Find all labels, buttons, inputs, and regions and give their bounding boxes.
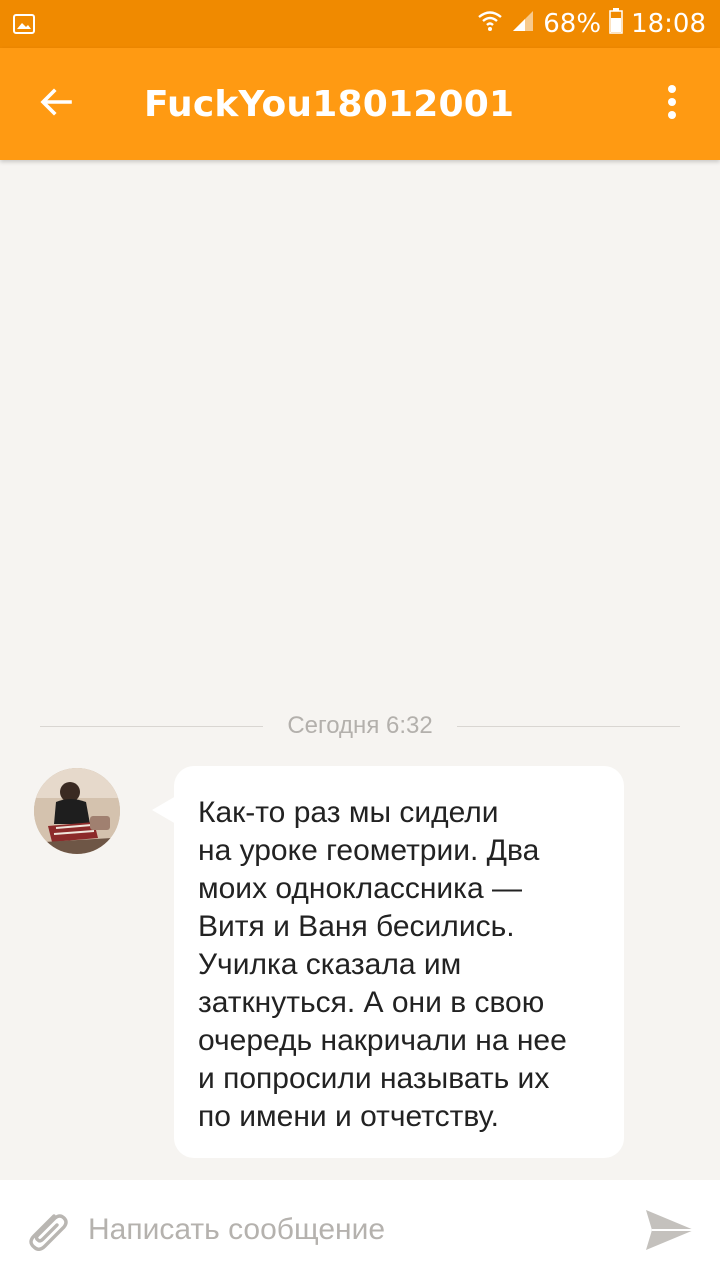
back-button[interactable] <box>28 76 84 132</box>
message-input[interactable] <box>88 1202 608 1258</box>
overflow-menu-button[interactable] <box>648 76 696 132</box>
paperclip-icon <box>20 1214 72 1260</box>
signal-icon <box>511 9 535 40</box>
send-button[interactable] <box>642 1202 698 1258</box>
date-label: Сегодня 6:32 <box>287 712 433 739</box>
message-bubble-tail <box>152 796 176 824</box>
attach-button[interactable] <box>20 1204 72 1256</box>
wifi-icon <box>477 9 503 40</box>
message-text: Как-то раз мы сидели на уроке геометрии.… <box>198 796 567 1133</box>
image-notification-icon <box>12 12 36 36</box>
page-title: FuckYou18012001 <box>144 83 515 125</box>
avatar[interactable] <box>34 768 120 854</box>
more-vert-icon <box>666 84 678 125</box>
battery-icon <box>609 7 623 41</box>
app-bar: FuckYou18012001 <box>0 48 720 160</box>
send-icon <box>642 1210 698 1262</box>
divider-line-left <box>40 725 264 727</box>
message-bubble[interactable]: Как-то раз мы сидели на уроке геометрии.… <box>174 766 624 1158</box>
message-composer <box>0 1180 720 1280</box>
back-arrow-icon <box>38 84 74 125</box>
clock: 18:08 <box>631 9 706 39</box>
date-divider: Сегодня 6:32 <box>40 706 681 746</box>
battery-percent: 68% <box>543 9 602 39</box>
status-bar: 68% 18:08 <box>0 0 720 48</box>
divider-line-right <box>456 725 681 727</box>
